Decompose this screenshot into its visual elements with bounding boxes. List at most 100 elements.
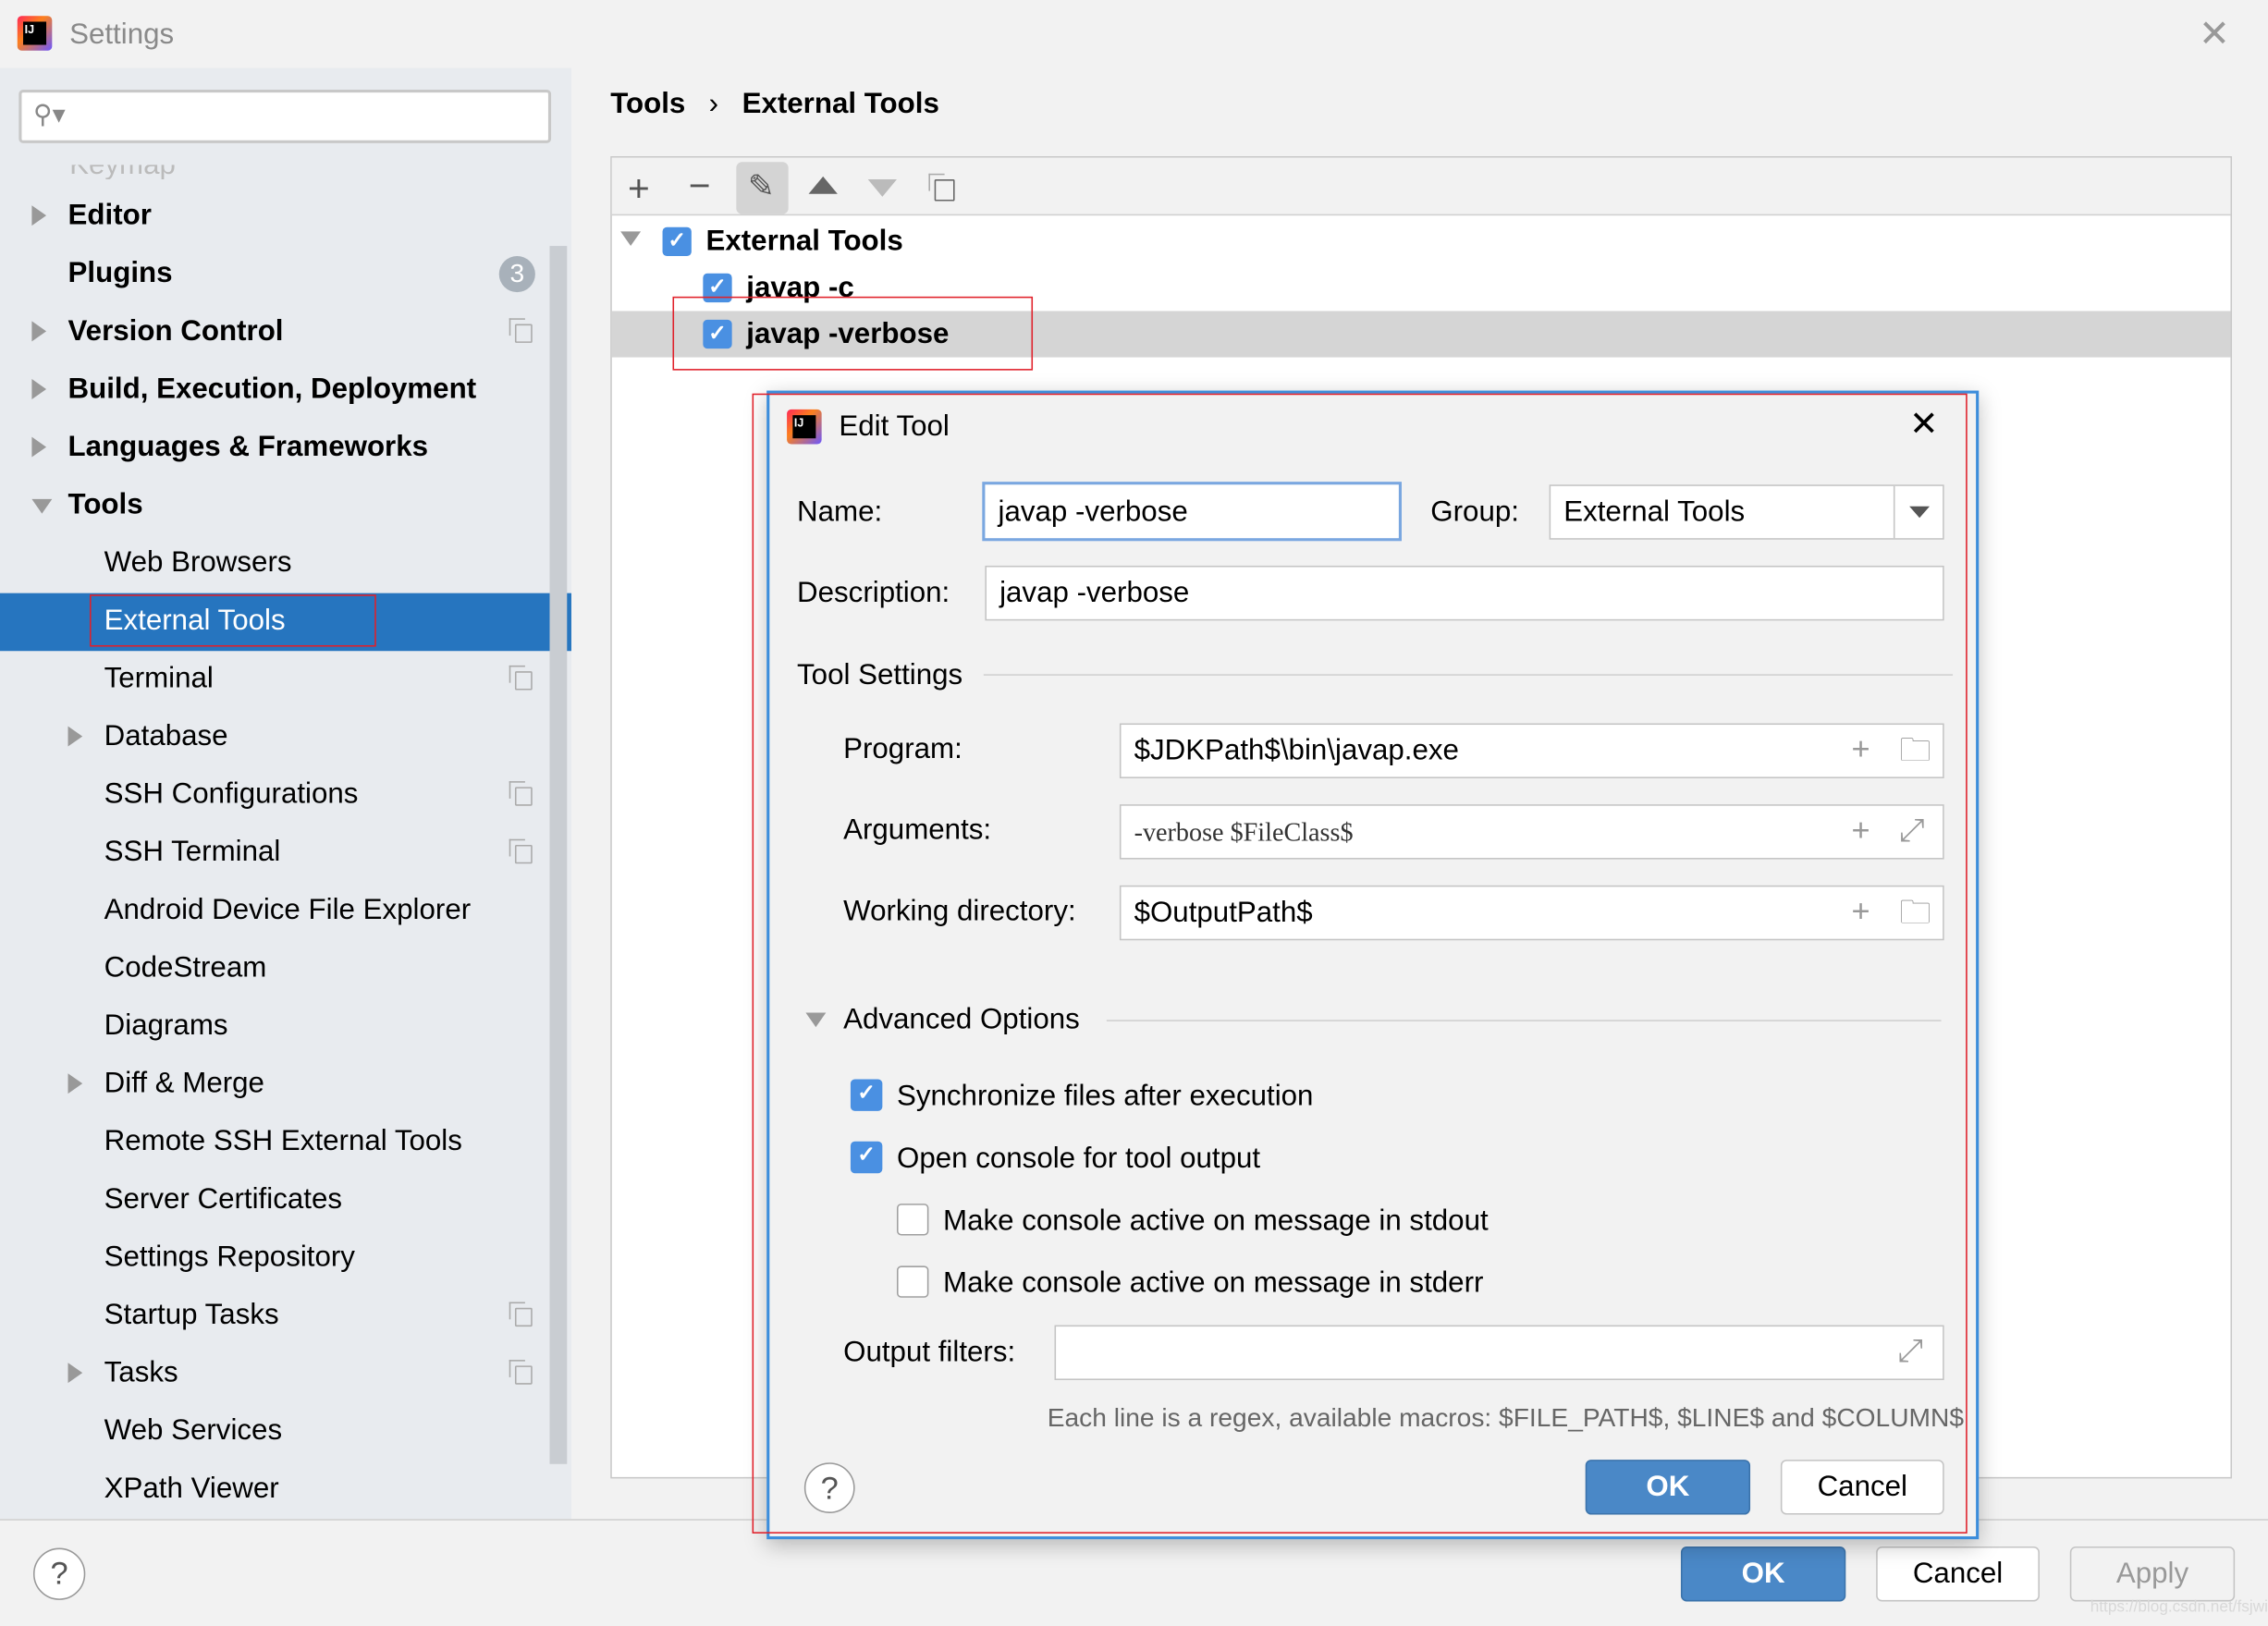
- remove-icon[interactable]: −: [689, 166, 711, 204]
- expand-arrow-icon[interactable]: [67, 1363, 83, 1384]
- insert-macro-icon[interactable]: +: [1852, 813, 1870, 846]
- breadcrumb-separator: ›: [708, 88, 719, 120]
- expand-arrow-icon[interactable]: [67, 1073, 83, 1094]
- cancel-button[interactable]: Cancel: [1876, 1546, 2040, 1602]
- move-down-icon[interactable]: [867, 179, 897, 197]
- sync-checkbox[interactable]: ✓: [850, 1079, 883, 1111]
- expand-arrow-icon[interactable]: [31, 205, 47, 226]
- folder-icon[interactable]: 🗀: [1899, 734, 1931, 766]
- program-input[interactable]: $JDKPath$\bin\javap.exe + 🗀: [1119, 723, 1944, 778]
- sidebar-item[interactable]: CodeStream: [104, 953, 267, 982]
- sync-label[interactable]: Synchronize files after execution: [897, 1082, 1313, 1111]
- sidebar-item[interactable]: Tools: [68, 491, 143, 520]
- app-logo-icon: IJ: [17, 16, 53, 51]
- name-input[interactable]: javap -verbose: [982, 482, 1403, 542]
- plugins-badge: 3: [498, 256, 535, 293]
- sidebar-item[interactable]: Web Browsers: [104, 548, 292, 577]
- output-filters-input[interactable]: ⤢: [1054, 1325, 1944, 1381]
- dialog-close-icon[interactable]: ✕: [1909, 408, 1938, 443]
- watermark: https://blog.csdn.net/fsjwin: [2090, 1598, 2268, 1617]
- breadcrumb-current: External Tools: [742, 88, 939, 120]
- sidebar-item[interactable]: Plugins: [68, 259, 173, 287]
- name-label: Name:: [797, 495, 883, 529]
- sidebar-item[interactable]: Diagrams: [104, 1011, 228, 1040]
- sidebar-item[interactable]: SSH Configurations: [104, 780, 359, 809]
- sidebar-item[interactable]: XPath Viewer: [104, 1474, 279, 1503]
- apply-button[interactable]: Apply: [2069, 1546, 2236, 1602]
- move-up-icon[interactable]: [808, 176, 838, 194]
- dialog-ok-button[interactable]: OK: [1585, 1460, 1751, 1515]
- stderr-label[interactable]: Make console active on message in stderr: [943, 1269, 1483, 1298]
- group-label: Group:: [1430, 495, 1519, 529]
- expand-arrow-icon[interactable]: [67, 726, 83, 747]
- stdout-checkbox[interactable]: [896, 1204, 929, 1236]
- project-level-icon: [509, 665, 533, 691]
- close-icon[interactable]: ✕: [2199, 15, 2230, 53]
- project-level-icon: [509, 1302, 533, 1327]
- group-checkbox[interactable]: ✓: [662, 226, 692, 257]
- console-checkbox[interactable]: ✓: [850, 1141, 883, 1174]
- advanced-options-toggle[interactable]: Advanced Options: [843, 1006, 1080, 1034]
- sidebar-item[interactable]: Android Device File Explorer: [104, 896, 472, 924]
- settings-window: IJ Settings ✕ ⚲▾ Keymap EditorPlugins3Ve…: [0, 0, 2268, 1626]
- dialog-help-button[interactable]: ?: [803, 1462, 855, 1513]
- expand-icon[interactable]: [620, 231, 642, 247]
- dialog-title: Edit Tool: [839, 410, 950, 443]
- tool-settings-heading: Tool Settings: [797, 659, 963, 692]
- sidebar-item[interactable]: Tasks: [104, 1359, 178, 1388]
- sidebar-item[interactable]: Terminal: [104, 664, 214, 692]
- sidebar-item[interactable]: Languages & Frameworks: [68, 433, 429, 461]
- tree-group-label[interactable]: External Tools: [705, 227, 902, 256]
- program-value: $JDKPath$\bin\javap.exe: [1134, 735, 1459, 767]
- sidebar-item[interactable]: Settings Repository: [104, 1242, 355, 1271]
- name-value: javap -verbose: [998, 495, 1188, 529]
- dialog-cancel-button[interactable]: Cancel: [1780, 1460, 1944, 1515]
- sidebar-search-input[interactable]: ⚲▾: [18, 90, 552, 143]
- working-directory-value: $OutputPath$: [1134, 897, 1313, 929]
- sidebar-item[interactable]: Server Certificates: [104, 1185, 342, 1214]
- sidebar-item[interactable]: Web Services: [104, 1416, 282, 1445]
- sidebar-item[interactable]: Build, Execution, Deployment: [68, 374, 477, 403]
- sidebar-item[interactable]: External Tools: [104, 606, 286, 635]
- arguments-input[interactable]: -verbose $FileClass$ + ⤢: [1119, 804, 1944, 860]
- sidebar-item[interactable]: Database: [104, 722, 228, 751]
- collapse-icon[interactable]: [805, 1012, 827, 1028]
- description-label: Description:: [797, 577, 950, 609]
- program-label: Program:: [843, 733, 962, 765]
- folder-icon[interactable]: 🗀: [1899, 897, 1931, 928]
- edit-button[interactable]: ✎: [736, 162, 789, 214]
- group-select[interactable]: External Tools: [1549, 484, 1944, 540]
- stdout-label[interactable]: Make console active on message in stdout: [943, 1206, 1489, 1235]
- insert-macro-icon[interactable]: +: [1852, 733, 1870, 764]
- sidebar-item[interactable]: Diff & Merge: [104, 1070, 264, 1098]
- sidebar-scrollbar[interactable]: [549, 246, 568, 1464]
- sidebar-item[interactable]: Remote SSH External Tools: [104, 1127, 462, 1155]
- sidebar-item[interactable]: Startup Tasks: [104, 1301, 279, 1329]
- breadcrumb-parent[interactable]: Tools: [610, 90, 685, 118]
- console-label[interactable]: Open console for tool output: [897, 1144, 1260, 1173]
- arguments-label: Arguments:: [843, 814, 992, 847]
- sidebar-item[interactable]: Editor: [68, 202, 152, 230]
- working-directory-input[interactable]: $OutputPath$ + 🗀: [1119, 885, 1944, 941]
- expand-arrow-icon[interactable]: [31, 379, 47, 399]
- stderr-checkbox[interactable]: [896, 1265, 929, 1298]
- description-input[interactable]: javap -verbose: [985, 565, 1944, 621]
- working-directory-label: Working directory:: [843, 895, 1076, 928]
- window-title: Settings: [69, 18, 175, 51]
- dialog-logo-icon: IJ: [787, 409, 822, 445]
- separator: [983, 674, 1954, 676]
- copy-icon[interactable]: [928, 173, 955, 202]
- expand-arrow-icon[interactable]: [31, 436, 47, 458]
- collapse-arrow-icon[interactable]: [31, 498, 53, 514]
- expand-icon[interactable]: ⤢: [1898, 1335, 1924, 1366]
- insert-macro-icon[interactable]: +: [1852, 895, 1870, 927]
- help-button[interactable]: ?: [32, 1547, 86, 1600]
- sidebar-item[interactable]: SSH Terminal: [104, 837, 281, 866]
- expand-icon[interactable]: ⤢: [1899, 813, 1925, 846]
- hint-text: Each line is a regex, available macros: …: [1047, 1403, 1965, 1433]
- ok-button[interactable]: OK: [1680, 1546, 1846, 1602]
- add-icon[interactable]: +: [628, 169, 650, 207]
- sidebar-item[interactable]: Version Control: [68, 317, 284, 346]
- expand-arrow-icon[interactable]: [31, 321, 47, 342]
- group-value: External Tools: [1563, 495, 1746, 529]
